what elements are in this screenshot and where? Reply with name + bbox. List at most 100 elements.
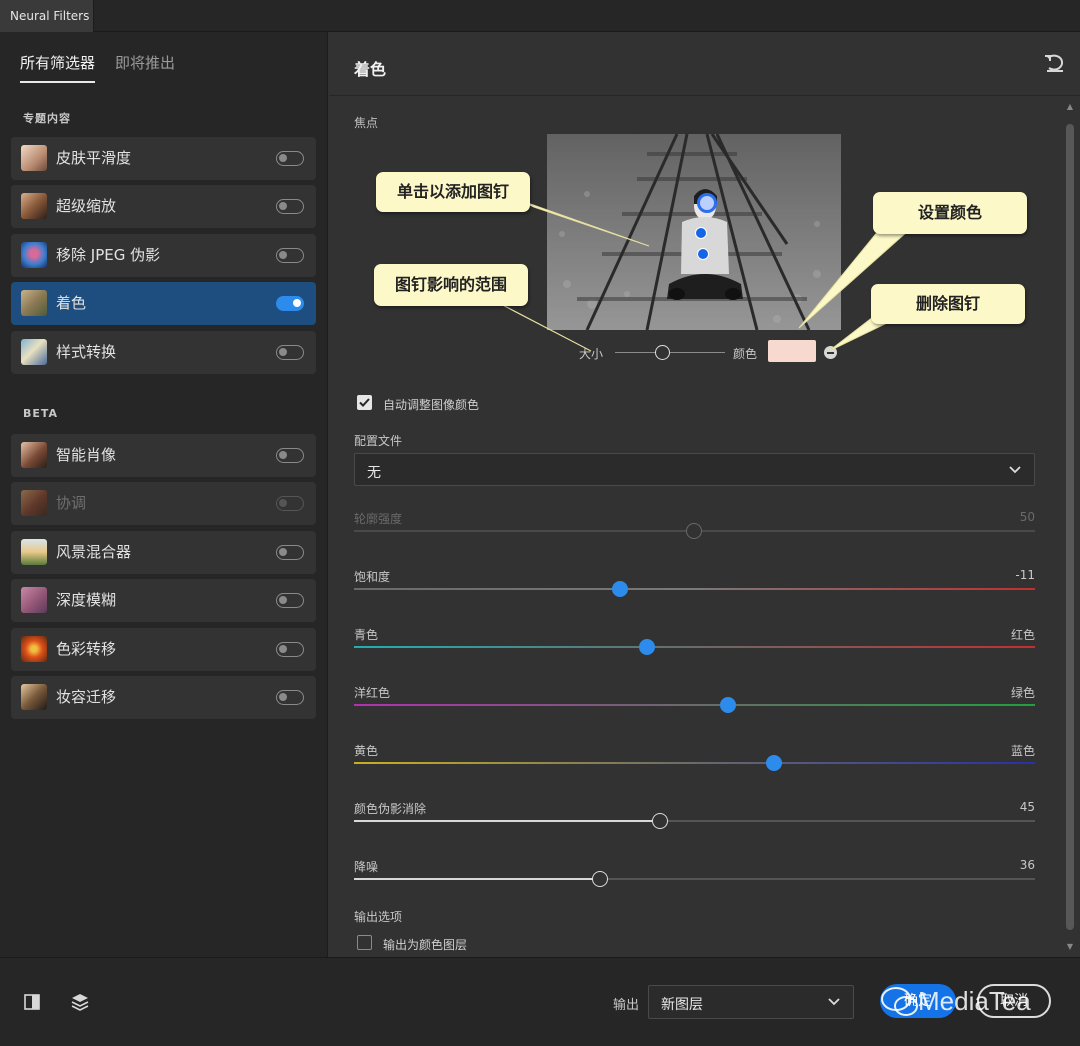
style-transfer-toggle[interactable]: [276, 345, 304, 360]
filter-color-transfer[interactable]: 色彩转移: [11, 628, 316, 671]
magenta-green-slider[interactable]: 洋红色 绿色: [354, 684, 1035, 734]
reset-icon[interactable]: [1044, 54, 1066, 74]
style-transfer-thumbnail: [21, 339, 47, 365]
chevron-down-icon: [828, 998, 840, 1006]
size-slider-track[interactable]: [615, 352, 725, 353]
slider-track[interactable]: [354, 762, 1035, 764]
dialog-footer: 输出 新图层 确定 取消 MediaTea: [0, 957, 1080, 1046]
filter-skin-smoothing[interactable]: 皮肤平滑度: [11, 137, 316, 180]
profile-select[interactable]: 无: [354, 453, 1035, 486]
railroad-photo: [547, 134, 841, 330]
scroll-up-icon[interactable]: ▲: [1065, 102, 1075, 112]
callout-set-color: 设置颜色: [873, 192, 1027, 234]
cancel-button[interactable]: 取消: [977, 984, 1051, 1018]
saturation-slider[interactable]: 饱和度 -11: [354, 568, 1035, 618]
auto-adjust-label: 自动调整图像颜色: [383, 398, 480, 412]
colorize-toggle[interactable]: [276, 296, 304, 311]
colorize-thumbnail: [21, 290, 47, 316]
color-pin[interactable]: [697, 248, 709, 260]
window-title-tab[interactable]: Neural Filters: [0, 0, 94, 32]
slider-value: -11: [1015, 568, 1035, 582]
jpeg-artifacts-thumbnail: [21, 242, 47, 268]
slider-track[interactable]: [354, 646, 1035, 648]
yellow-blue-slider[interactable]: 黄色 蓝色: [354, 742, 1035, 792]
focus-preview-image[interactable]: [547, 134, 841, 330]
slider-knob[interactable]: [720, 697, 736, 713]
pin-color-label: 颜色: [733, 347, 758, 361]
slider-track[interactable]: [354, 704, 1035, 706]
pin-color-swatch[interactable]: [768, 340, 816, 362]
color-transfer-toggle[interactable]: [276, 642, 304, 657]
slider-track[interactable]: [354, 820, 1035, 822]
filter-label: 超级缩放: [56, 197, 117, 215]
filter-label: 色彩转移: [56, 640, 117, 658]
cyan-red-slider[interactable]: 青色 红色: [354, 626, 1035, 676]
scroll-thumb[interactable]: [1066, 124, 1074, 930]
chevron-down-icon: [1009, 466, 1021, 474]
slider-right-label: 红色: [1010, 628, 1035, 642]
slider-track[interactable]: [354, 588, 1035, 590]
featured-section-label: 专题内容: [23, 112, 71, 125]
filter-label: 样式转换: [56, 343, 117, 361]
filter-label: 移除 JPEG 伪影: [56, 246, 161, 264]
output-color-layer-label: 输出为颜色图层: [383, 938, 468, 952]
filter-makeup-transfer[interactable]: 妆容迁移: [11, 676, 316, 719]
tab-all-filters[interactable]: 所有筛选器: [20, 52, 96, 83]
makeup-transfer-toggle[interactable]: [276, 690, 304, 705]
depth-blur-toggle[interactable]: [276, 593, 304, 608]
filter-label: 协调: [56, 494, 87, 512]
profile-label: 配置文件: [354, 434, 403, 448]
makeup-transfer-thumbnail: [21, 684, 47, 710]
focus-label: 焦点: [354, 116, 379, 130]
filter-style-transfer[interactable]: 样式转换: [11, 331, 316, 374]
slider-left-label: 青色: [354, 628, 379, 642]
color-pin[interactable]: [695, 227, 707, 239]
contour-strength-slider[interactable]: 轮廓强度 50: [354, 510, 1035, 560]
scroll-down-icon[interactable]: ▼: [1065, 942, 1075, 952]
auto-adjust-checkbox[interactable]: [357, 395, 372, 410]
slider-knob[interactable]: [612, 581, 628, 597]
remove-pin-icon[interactable]: [824, 346, 837, 359]
filter-colorize[interactable]: 着色: [11, 282, 316, 325]
slider-label: 饱和度: [354, 570, 391, 584]
filter-label: 妆容迁移: [56, 688, 117, 706]
selected-color-pin[interactable]: [697, 193, 717, 213]
checkmark-icon: [359, 398, 370, 407]
smart-portrait-toggle[interactable]: [276, 448, 304, 463]
output-select[interactable]: 新图层: [648, 985, 854, 1019]
slider-value: 45: [1019, 800, 1035, 814]
ok-button[interactable]: 确定: [880, 984, 956, 1018]
filter-depth-blur[interactable]: 深度模糊: [11, 579, 316, 622]
filter-jpeg-artifacts[interactable]: 移除 JPEG 伪影: [11, 234, 316, 277]
noise-reduction-slider[interactable]: 降噪 36: [354, 858, 1035, 908]
skin-smoothing-toggle[interactable]: [276, 151, 304, 166]
tab-coming-soon[interactable]: 即将推出: [115, 52, 175, 83]
slider-track[interactable]: [354, 878, 1035, 880]
before-after-icon[interactable]: [22, 992, 42, 1012]
filter-landscape-mixer[interactable]: 风景混合器: [11, 531, 316, 574]
slider-knob[interactable]: [766, 755, 782, 771]
color-transfer-thumbnail: [21, 636, 47, 662]
super-zoom-toggle[interactable]: [276, 199, 304, 214]
filter-harmonize[interactable]: 协调: [11, 482, 316, 525]
slider-knob[interactable]: [639, 639, 655, 655]
filter-label: 皮肤平滑度: [56, 149, 132, 167]
landscape-mixer-toggle[interactable]: [276, 545, 304, 560]
output-color-layer-checkbox[interactable]: [357, 935, 372, 950]
filter-super-zoom[interactable]: 超级缩放: [11, 185, 316, 228]
panel-scrollbar[interactable]: ▲ ▼: [1065, 102, 1075, 952]
slider-knob[interactable]: [652, 813, 668, 829]
jpeg-artifacts-toggle[interactable]: [276, 248, 304, 263]
color-artifact-removal-slider[interactable]: 颜色伪影消除 45: [354, 800, 1035, 850]
filter-label: 着色: [56, 294, 87, 312]
slider-knob[interactable]: [686, 523, 702, 539]
title-bar: Neural Filters: [0, 0, 1080, 32]
size-slider-knob[interactable]: [655, 345, 670, 360]
slider-value: 50: [1019, 510, 1035, 524]
harmonize-toggle[interactable]: [276, 496, 304, 511]
layers-icon[interactable]: [70, 992, 90, 1012]
slider-knob[interactable]: [592, 871, 608, 887]
depth-blur-thumbnail: [21, 587, 47, 613]
filter-settings-panel: 着色 ▲ ▼ 焦点 大小 颜色 单击以添加图钉 图钉影响的范围 设置颜色 删除图…: [329, 32, 1080, 957]
filter-smart-portrait[interactable]: 智能肖像: [11, 434, 316, 477]
